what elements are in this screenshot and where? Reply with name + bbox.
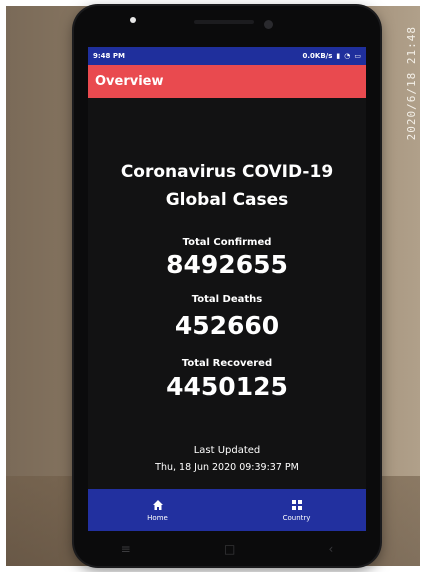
- signal-icon: ▮: [336, 52, 341, 60]
- phone-screen: 9:48 PM 0.0KB/s ▮ ◔ ▭ Overview Coronavir…: [88, 47, 366, 531]
- deaths-label: Total Deaths: [191, 294, 263, 305]
- app-bar: Overview: [88, 65, 366, 98]
- status-icons: 0.0KB/s ▮ ◔ ▭: [303, 52, 361, 60]
- last-updated-value: Thu, 18 Jun 2020 09:39:37 PM: [155, 462, 299, 473]
- status-time: 9:48 PM: [93, 52, 125, 60]
- last-updated-label: Last Updated: [193, 445, 261, 456]
- country-icon: [291, 500, 302, 510]
- photo-timestamp: 2020/6/18 21:48: [405, 26, 418, 141]
- recovered-value: 4450125: [166, 372, 288, 401]
- sensor-dot: [130, 17, 136, 23]
- nav-home[interactable]: Home: [88, 489, 227, 531]
- title-line-1: Coronavirus COVID-19: [120, 162, 334, 182]
- wifi-icon: ◔: [344, 52, 351, 60]
- home-key-icon[interactable]: □: [224, 542, 235, 556]
- confirmed-label: Total Confirmed: [182, 237, 272, 248]
- nav-country[interactable]: Country: [227, 489, 366, 531]
- overview-content: Coronavirus COVID-19 Global Cases Total …: [88, 98, 366, 489]
- overview-title: Coronavirus COVID-19 Global Cases: [88, 158, 366, 214]
- battery-icon: ▭: [354, 52, 361, 60]
- menu-key-icon[interactable]: ≡: [121, 542, 131, 556]
- bottom-navigation: Home Country: [88, 489, 366, 531]
- title-line-2: Global Cases: [165, 190, 289, 210]
- page-title: Overview: [95, 74, 164, 89]
- front-camera: [264, 20, 273, 29]
- system-nav-keys: ≡ □ ‹: [74, 539, 380, 559]
- deaths-value: 452660: [174, 311, 280, 340]
- back-key-icon[interactable]: ‹: [329, 542, 334, 556]
- status-bar: 9:48 PM 0.0KB/s ▮ ◔ ▭: [88, 47, 366, 65]
- phone-device: 9:48 PM 0.0KB/s ▮ ◔ ▭ Overview Coronavir…: [74, 6, 380, 566]
- earpiece: [194, 20, 254, 24]
- nav-country-label: Country: [282, 514, 311, 522]
- confirmed-value: 8492655: [166, 250, 288, 279]
- nav-home-label: Home: [147, 514, 168, 522]
- network-speed: 0.0KB/s: [302, 52, 333, 60]
- recovered-label: Total Recovered: [181, 358, 273, 369]
- home-icon: [152, 500, 163, 510]
